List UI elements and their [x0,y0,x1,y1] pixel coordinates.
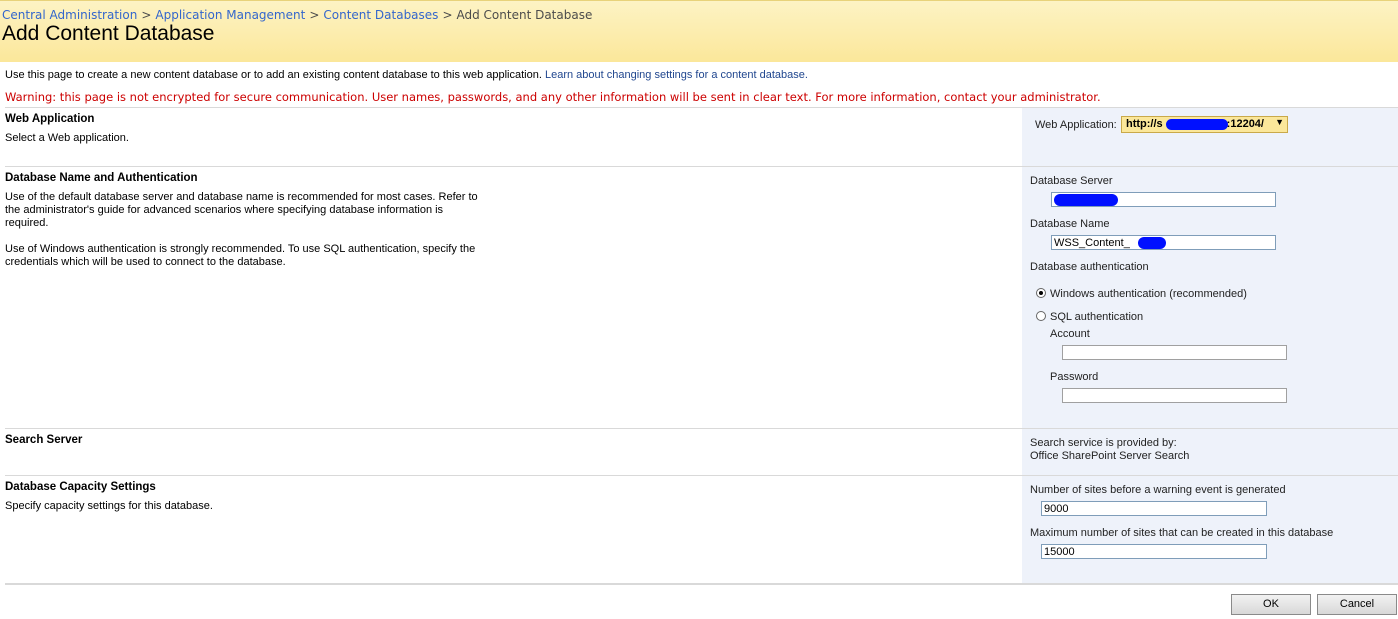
breadcrumb-separator: > [141,8,152,22]
web-application-label: Web Application: [1035,119,1117,131]
security-warning: Warning: this page is not encrypted for … [5,90,1101,104]
database-name-label: Database Name [1030,218,1110,230]
breadcrumb: Central Administration > Application Manag… [2,8,592,22]
redaction-mark [1054,194,1118,206]
warning-sites-input[interactable]: 9000 [1041,501,1267,516]
warning-sites-label: Number of sites before a warning event i… [1030,484,1286,496]
section-divider [5,428,1398,429]
intro-description: Use this page to create a new content da… [5,69,542,81]
ok-button[interactable]: OK [1231,594,1311,615]
redaction-mark [1166,119,1228,130]
database-description-auth: Use of Windows authentication is strongl… [5,243,476,268]
search-server-title: Search Server [5,434,83,446]
intro-text: Use this page to create a new content da… [5,69,808,81]
page-title: Add Content Database [2,22,215,45]
account-input[interactable] [1062,345,1287,360]
capacity-description: Specify capacity settings for this datab… [5,500,213,512]
breadcrumb-central-administration[interactable]: Central Administration [2,8,137,22]
breadcrumb-separator: > [309,8,320,22]
breadcrumb-content-databases[interactable]: Content Databases [323,8,438,22]
web-application-value-prefix: http://s [1126,118,1163,130]
learn-more-link[interactable]: Learn about changing settings for a cont… [545,69,808,81]
search-service-label: Search service is provided by: [1030,437,1177,449]
cancel-button[interactable]: Cancel [1317,594,1397,615]
chevron-down-icon: ▼ [1275,117,1284,127]
windows-auth-radio[interactable] [1036,288,1046,298]
windows-auth-label: Windows authentication (recommended) [1050,288,1247,300]
redaction-mark [1138,237,1166,249]
breadcrumb-application-management[interactable]: Application Management [155,8,305,22]
database-server-label: Database Server [1030,175,1113,187]
account-label: Account [1050,328,1090,340]
capacity-title: Database Capacity Settings [5,481,156,493]
web-application-description: Select a Web application. [5,132,129,144]
footer-divider [5,583,1398,585]
section-divider [5,107,1398,108]
database-auth-label: Database authentication [1030,261,1149,273]
max-sites-input[interactable]: 15000 [1041,544,1267,559]
breadcrumb-current: Add Content Database [456,8,593,22]
password-label: Password [1050,371,1099,383]
section-divider [5,166,1398,167]
sql-auth-radio[interactable] [1036,311,1046,321]
max-sites-label: Maximum number of sites that can be crea… [1030,527,1334,539]
sql-auth-label: SQL authentication [1050,311,1144,323]
section-divider [5,475,1398,476]
page-header: Central Administration > Application Manag… [0,0,1398,62]
password-input[interactable] [1062,388,1287,403]
search-service-value: Office SharePoint Server Search [1030,450,1190,462]
web-application-title: Web Application [5,113,95,125]
web-application-value-suffix: :12204/ [1226,118,1264,130]
database-section-title: Database Name and Authentication [5,172,198,184]
breadcrumb-separator: > [442,8,453,22]
database-description-default: Use of the default database server and d… [5,191,478,229]
